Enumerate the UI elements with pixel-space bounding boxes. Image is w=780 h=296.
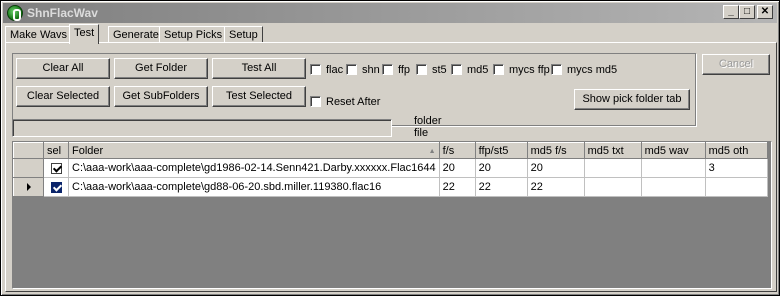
sel-cell[interactable] <box>43 177 69 197</box>
tab-setup-picks[interactable]: Setup Picks <box>159 26 228 43</box>
ffp-checkbox[interactable]: ffp <box>382 64 410 78</box>
checkbox-box[interactable] <box>310 64 321 75</box>
column-header-md5-fs[interactable]: md5 f/s <box>526 142 585 159</box>
md5-txt-cell[interactable] <box>583 158 642 178</box>
status-field <box>12 119 392 137</box>
md5-txt-cell[interactable] <box>583 177 642 197</box>
column-header-ffp-st5[interactable]: ffp/st5 <box>474 142 528 159</box>
column-header-folder[interactable]: Folder ▲ <box>68 142 440 159</box>
close-button[interactable]: ✕ <box>757 5 773 19</box>
fs-cell[interactable]: 22 <box>438 177 476 197</box>
column-header-sel[interactable]: sel <box>43 142 69 159</box>
fs-cell[interactable]: 20 <box>438 158 476 178</box>
column-header-md5-txt[interactable]: md5 txt <box>583 142 642 159</box>
sel-checkbox[interactable] <box>50 162 62 174</box>
st5-checkbox[interactable]: st5 <box>416 64 447 78</box>
sort-ascending-icon: ▲ <box>428 147 436 155</box>
md5-oth-cell[interactable] <box>704 177 768 197</box>
clear-selected-button[interactable]: Clear Selected <box>16 86 110 107</box>
test-selected-button[interactable]: Test Selected <box>212 86 306 107</box>
title-bar[interactable]: ShnFlacWav _ □ ✕ <box>3 3 777 23</box>
checkbox-box[interactable] <box>310 96 321 107</box>
minimize-button[interactable]: _ <box>723 5 739 19</box>
md5-fs-cell[interactable]: 20 <box>526 158 585 178</box>
md5-oth-cell[interactable]: 3 <box>704 158 768 178</box>
column-header-label: Folder <box>72 144 104 157</box>
get-folder-button[interactable]: Get Folder <box>114 58 208 79</box>
tab-make-wavs[interactable]: Make Wavs <box>5 26 73 43</box>
row-header[interactable] <box>13 158 44 178</box>
show-pick-folder-tab-button[interactable]: Show pick folder tab <box>574 89 690 110</box>
folder-cell[interactable]: C:\aaa-work\aaa-complete\gd1986-02-14.Se… <box>68 158 440 178</box>
row-header[interactable] <box>13 177 44 197</box>
md5-checkbox[interactable]: md5 <box>451 64 488 78</box>
results-table: sel Folder ▲ f/s ffp/st5 md5 f/s md5 txt … <box>13 142 768 197</box>
column-header-md5-oth[interactable]: md5 oth <box>704 142 768 159</box>
ffp-st5-cell[interactable]: 22 <box>474 177 528 197</box>
reset-after-checkbox[interactable]: Reset After <box>310 96 380 110</box>
md5-fs-cell[interactable]: 22 <box>526 177 585 197</box>
folder-label: folder <box>414 115 442 127</box>
column-header-md5-wav[interactable]: md5 wav <box>640 142 706 159</box>
checkbox-box[interactable] <box>382 64 393 75</box>
get-subfolders-button[interactable]: Get SubFolders <box>114 86 208 107</box>
test-all-button[interactable]: Test All <box>212 58 306 79</box>
tab-setup[interactable]: Setup <box>224 26 263 43</box>
file-label: file <box>414 127 429 139</box>
grid-header-row: sel Folder ▲ f/s ffp/st5 md5 f/s md5 txt … <box>13 142 768 159</box>
app-window: ShnFlacWav _ □ ✕ Make Wavs Test Generate… <box>0 0 780 296</box>
checkbox-box[interactable] <box>551 64 562 75</box>
clear-all-button[interactable]: Clear All <box>16 58 110 79</box>
sel-checkbox[interactable] <box>50 181 62 193</box>
test-tab-page: Clear All Get Folder Test All Clear Sele… <box>5 42 777 292</box>
flac-checkbox[interactable]: flac <box>310 64 343 78</box>
current-row-icon <box>26 183 31 192</box>
table-row[interactable]: C:\aaa-work\aaa-complete\gd1986-02-14.Se… <box>13 158 768 178</box>
folder-cell[interactable]: C:\aaa-work\aaa-complete\gd88-06-20.sbd.… <box>68 177 440 197</box>
tab-generate[interactable]: Generate <box>108 26 164 43</box>
checkbox-box[interactable] <box>416 64 427 75</box>
column-header-fs[interactable]: f/s <box>438 142 476 159</box>
md5-wav-cell[interactable] <box>640 177 706 197</box>
checkbox-box[interactable] <box>493 64 504 75</box>
checkbox-box[interactable] <box>346 64 357 75</box>
app-icon <box>7 5 23 21</box>
tab-test[interactable]: Test <box>69 24 100 44</box>
cancel-button: Cancel <box>702 54 770 75</box>
md5-wav-cell[interactable] <box>640 158 706 178</box>
window-title: ShnFlacWav <box>27 6 98 20</box>
checkbox-box[interactable] <box>451 64 462 75</box>
table-row[interactable]: C:\aaa-work\aaa-complete\gd88-06-20.sbd.… <box>13 177 768 197</box>
results-grid[interactable]: sel Folder ▲ f/s ffp/st5 md5 f/s md5 txt … <box>12 141 772 289</box>
mycs-ffp-checkbox[interactable]: mycs ffp <box>493 64 550 78</box>
maximize-button[interactable]: □ <box>739 5 755 19</box>
sel-cell[interactable] <box>43 158 69 178</box>
row-header-corner <box>13 142 44 159</box>
ffp-st5-cell[interactable]: 20 <box>474 158 528 178</box>
shn-checkbox[interactable]: shn <box>346 64 380 78</box>
mycs-md5-checkbox[interactable]: mycs md5 <box>551 64 617 78</box>
